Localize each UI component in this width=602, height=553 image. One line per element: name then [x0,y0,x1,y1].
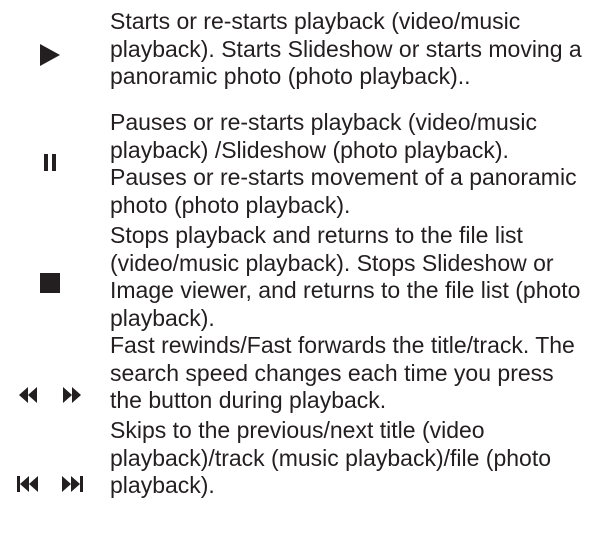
stop-row: Stops playback and returns to the file l… [0,220,602,332]
play-description: Starts or re-starts playback (video/musi… [110,8,582,89]
skip-previous-next-row: Skips to the previous/next title (video … [0,415,602,525]
pause-description: Pauses or re-starts playback (video/musi… [110,109,577,218]
rewind-fast-forward-description: Fast rewinds/Fast forwards the title/tra… [110,332,575,413]
play-row: Starts or re-starts playback (video/musi… [0,0,602,110]
skip-previous-next-icon [0,415,100,553]
pause-row: Pauses or re-starts playback (video/musi… [0,107,602,222]
play-icon [0,0,100,110]
rewind-fast-forward-row: Fast rewinds/Fast forwards the title/tra… [0,330,602,420]
stop-icon [0,220,100,346]
skip-previous-next-description: Skips to the previous/next title (video … [110,417,551,498]
pause-icon [0,107,100,217]
stop-description: Stops playback and returns to the file l… [110,222,581,331]
